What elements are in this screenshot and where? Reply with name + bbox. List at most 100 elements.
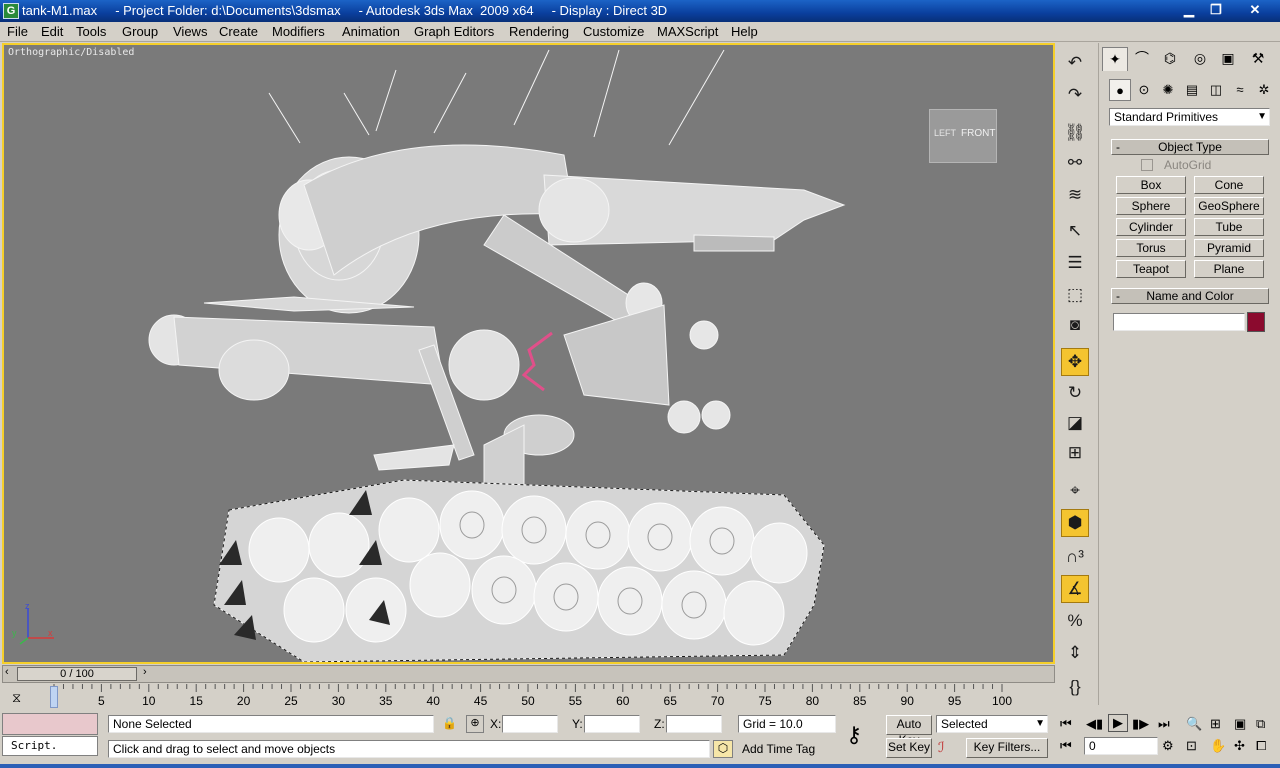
add-time-tag-button[interactable]: Add Time Tag	[742, 742, 815, 756]
script-field[interactable]: Script.	[2, 736, 98, 756]
edit-named-selection-icon[interactable]: {}	[1061, 673, 1089, 701]
tab-display-icon[interactable]: ▣	[1215, 47, 1241, 71]
maximize-viewport-icon[interactable]: ⧠	[1256, 738, 1266, 754]
pan-view-icon[interactable]: ✋	[1210, 738, 1226, 754]
orbit-icon[interactable]: ✣	[1234, 738, 1245, 754]
cylinder-button[interactable]: Cylinder	[1116, 218, 1186, 236]
menu-maxscript[interactable]: MAXScript	[657, 24, 718, 39]
time-configuration-icon[interactable]: ⚙	[1162, 738, 1174, 754]
x-coordinate-field[interactable]	[502, 715, 558, 733]
key-mode-toggle-icon[interactable]: ⏮	[1060, 738, 1072, 754]
set-key-key-icon[interactable]: ⚷	[846, 722, 862, 748]
menu-help[interactable]: Help	[731, 24, 758, 39]
select-and-move-icon[interactable]: ✥	[1061, 348, 1089, 376]
chevron-down-icon[interactable]: ▼	[1257, 109, 1267, 125]
auto-key-button[interactable]: Auto Key	[886, 715, 932, 747]
tube-button[interactable]: Tube	[1194, 218, 1264, 236]
object-type-rollout-header[interactable]: - Object Type	[1111, 139, 1269, 155]
zoom-extents-icon[interactable]: ▣	[1234, 716, 1246, 732]
track-bar[interactable]: ⧖ 05101520253035404550556065707580859095…	[0, 684, 1055, 712]
maximize-button[interactable]: ❐	[1203, 1, 1229, 19]
plane-button[interactable]: Plane	[1194, 260, 1264, 278]
maxscript-listener-mini[interactable]	[2, 713, 98, 735]
time-tag-cube-icon[interactable]: ⬡	[713, 740, 733, 758]
rectangular-selection-icon[interactable]: ⬚	[1061, 281, 1089, 309]
cone-button[interactable]: Cone	[1194, 176, 1264, 194]
cameras-icon[interactable]: ▤	[1181, 79, 1203, 101]
zoom-extents-all-icon[interactable]: ⧉	[1256, 716, 1265, 732]
zoom-icon[interactable]: 🔍	[1186, 716, 1202, 732]
viewport-orthographic[interactable]: Orthographic/Disabled LEFT FRONT z x y	[2, 43, 1055, 664]
y-coordinate-field[interactable]	[584, 715, 640, 733]
tab-hierarchy-icon[interactable]: ⌬	[1157, 47, 1183, 71]
spinner-snap-icon[interactable]: ⇕	[1061, 639, 1089, 667]
object-name-field[interactable]	[1113, 313, 1245, 331]
sphere-button[interactable]: Sphere	[1116, 197, 1186, 215]
menu-rendering[interactable]: Rendering	[509, 24, 569, 39]
lock-selection-icon[interactable]: 🔒	[442, 716, 457, 730]
space-warps-icon[interactable]: ≈	[1229, 79, 1251, 101]
tank-wireframe-model[interactable]	[4, 45, 1053, 662]
box-button[interactable]: Box	[1116, 176, 1186, 194]
menu-edit[interactable]: Edit	[41, 24, 63, 39]
menu-file[interactable]: File	[7, 24, 28, 39]
go-to-end-icon[interactable]: ⏭	[1158, 716, 1170, 732]
absolute-mode-icon[interactable]: ⊕	[466, 715, 484, 733]
window-crossing-icon[interactable]: ◙	[1061, 311, 1089, 339]
tab-motion-icon[interactable]: ◎	[1187, 47, 1213, 71]
menu-animation[interactable]: Animation	[342, 24, 400, 39]
close-button[interactable]: ✕	[1242, 1, 1268, 19]
field-of-view-icon[interactable]: ⊡	[1186, 738, 1197, 754]
tab-utilities-icon[interactable]: ⚒	[1245, 47, 1271, 71]
viewcube[interactable]: LEFT FRONT	[929, 109, 997, 163]
menu-tools[interactable]: Tools	[76, 24, 106, 39]
geosphere-button[interactable]: GeoSphere	[1194, 197, 1264, 215]
viewcube-left-face[interactable]: LEFT	[934, 128, 956, 138]
undo-icon[interactable]: ↶	[1061, 49, 1089, 77]
select-object-icon[interactable]: ↖	[1061, 217, 1089, 245]
shapes-icon[interactable]: ⊙	[1133, 79, 1155, 101]
percent-snap-icon[interactable]: %	[1061, 607, 1089, 635]
geometry-icon[interactable]: ●	[1109, 79, 1131, 101]
go-to-start-icon[interactable]: ⏮	[1060, 716, 1072, 732]
lights-icon[interactable]: ✺	[1157, 79, 1179, 101]
menu-create[interactable]: Create	[219, 24, 258, 39]
angle-snap-icon[interactable]: ∡	[1061, 575, 1089, 603]
menu-graph-editors[interactable]: Graph Editors	[414, 24, 494, 39]
redo-icon[interactable]: ↷	[1061, 81, 1089, 109]
teapot-button[interactable]: Teapot	[1116, 260, 1186, 278]
select-manipulate-icon[interactable]: ⬢	[1061, 509, 1089, 537]
menu-group[interactable]: Group	[122, 24, 158, 39]
set-key-button[interactable]: Set Key	[886, 738, 932, 758]
select-by-name-icon[interactable]: ☰	[1061, 249, 1089, 277]
helpers-icon[interactable]: ◫	[1205, 79, 1227, 101]
pivot-center-icon[interactable]: ⌖	[1061, 477, 1089, 505]
time-next-arrow-icon[interactable]: ›	[143, 666, 147, 678]
autogrid-checkbox[interactable]	[1141, 159, 1153, 171]
select-and-rotate-icon[interactable]: ↻	[1061, 379, 1089, 407]
key-filters-button[interactable]: Key Filters...	[966, 738, 1048, 758]
torus-button[interactable]: Torus	[1116, 239, 1186, 257]
select-link-icon[interactable]: ⛓	[1061, 119, 1089, 147]
next-frame-icon[interactable]: ▮▶	[1132, 716, 1149, 732]
primitive-type-dropdown[interactable]: Standard Primitives ▼	[1109, 108, 1270, 126]
key-mode-chevron-icon[interactable]: ▼	[1035, 716, 1045, 732]
pyramid-button[interactable]: Pyramid	[1194, 239, 1264, 257]
time-slider-thumb[interactable]: 0 / 100	[17, 667, 137, 681]
reference-coordinate-icon[interactable]: ⊞	[1061, 439, 1089, 467]
tab-create-icon[interactable]: ✦	[1102, 47, 1128, 71]
systems-icon[interactable]: ✲	[1253, 79, 1275, 101]
name-color-rollout-header[interactable]: - Name and Color	[1111, 288, 1269, 304]
viewcube-front-face[interactable]: FRONT	[961, 128, 995, 139]
minimize-button[interactable]: ▁	[1176, 1, 1202, 19]
time-prev-arrow-icon[interactable]: ‹	[5, 666, 9, 678]
current-frame-field[interactable]: 0	[1084, 737, 1158, 755]
time-slider[interactable]: ‹ 0 / 100 ›	[2, 665, 1055, 683]
tab-modify-icon[interactable]: ⌒	[1129, 47, 1155, 71]
default-in-out-tangent-icon[interactable]: ℐ	[938, 739, 945, 756]
select-and-scale-icon[interactable]: ◪	[1061, 409, 1089, 437]
previous-frame-icon[interactable]: ◀▮	[1086, 716, 1103, 732]
zoom-all-icon[interactable]: ⊞	[1210, 716, 1221, 732]
play-icon[interactable]: ▶	[1108, 714, 1128, 732]
unlink-icon[interactable]: ⚯	[1061, 149, 1089, 177]
